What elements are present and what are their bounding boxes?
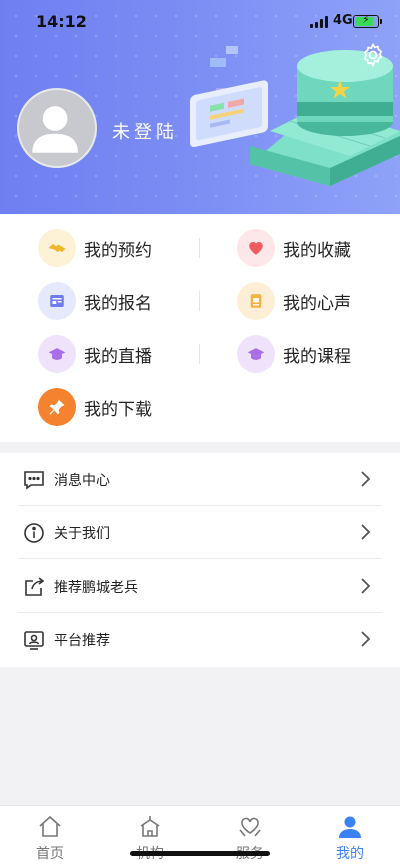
info-icon [24, 523, 44, 543]
chevron-right-icon [361, 631, 371, 647]
list-item-label: 关于我们 [54, 526, 110, 542]
grid-item-appointments[interactable]: 我的预约 [38, 228, 152, 268]
bottom-tab-bar: 首页 机构 服务 我的 [0, 805, 400, 865]
graduation-cap-icon [38, 335, 76, 373]
pin-icon [38, 388, 76, 426]
share-icon [25, 577, 45, 596]
list-item-platform-recommend[interactable]: 平台推荐 [0, 613, 400, 666]
list-item-recommend-veterans[interactable]: 推荐鹏城老兵 [0, 560, 400, 613]
profile-header: 14:12 4G ⚡ 未登陆 [0, 0, 400, 214]
tab-label: 首页 [36, 846, 64, 862]
chevron-right-icon [361, 524, 371, 540]
message-icon [24, 471, 44, 490]
list-item-label: 推荐鹏城老兵 [54, 580, 138, 596]
grid-item-live[interactable]: 我的直播 [38, 334, 152, 374]
list-item-label: 消息中心 [54, 473, 110, 489]
grid-item-downloads[interactable]: 我的下载 [38, 387, 152, 427]
tab-institutions[interactable]: 机构 [100, 806, 200, 865]
settings-gear-icon[interactable] [360, 42, 386, 68]
my-features-grid: 我的预约 我的收藏 我的报名 我的心声 我的直播 我的课程 我的下载 [0, 214, 400, 442]
chevron-right-icon [361, 578, 371, 594]
grid-item-label: 我的课程 [283, 346, 351, 367]
grid-item-label: 我的预约 [84, 240, 152, 261]
avatar[interactable] [17, 88, 97, 168]
id-card-icon [24, 631, 44, 650]
list-item-label: 平台推荐 [54, 633, 110, 649]
note-icon [237, 282, 275, 320]
divider [199, 344, 200, 364]
graduation-cap-icon [237, 335, 275, 373]
home-indicator [130, 851, 270, 856]
grid-item-label: 我的下载 [84, 399, 152, 420]
tab-label: 我的 [336, 846, 364, 862]
divider [18, 558, 382, 559]
grid-item-registrations[interactable]: 我的报名 [38, 281, 152, 321]
divider [199, 238, 200, 258]
grid-item-label: 我的心声 [283, 293, 351, 314]
building-icon [140, 816, 160, 837]
status-time: 14:12 [36, 12, 87, 31]
heart-hands-icon [239, 817, 261, 837]
chevron-right-icon [361, 471, 371, 487]
tab-home[interactable]: 首页 [0, 806, 100, 865]
grid-item-favorites[interactable]: 我的收藏 [237, 228, 351, 268]
home-icon [39, 815, 61, 837]
grid-item-label: 我的直播 [84, 346, 152, 367]
grid-item-voices[interactable]: 我的心声 [237, 281, 351, 321]
heart-icon [237, 229, 275, 267]
signal-icon [310, 16, 328, 28]
battery-icon: ⚡ [353, 13, 382, 28]
tab-mine[interactable]: 我的 [300, 806, 400, 865]
person-icon [339, 816, 361, 838]
list-item-about[interactable]: 关于我们 [0, 506, 400, 559]
tab-services[interactable]: 服务 [200, 806, 300, 865]
list-item-messages[interactable]: 消息中心 [0, 453, 400, 506]
divider [199, 291, 200, 311]
grid-item-label: 我的报名 [84, 293, 152, 314]
form-icon [38, 282, 76, 320]
grid-item-courses[interactable]: 我的课程 [237, 334, 351, 374]
default-avatar-icon [32, 106, 78, 153]
login-status-text[interactable]: 未登陆 [112, 118, 178, 144]
network-type: 4G [333, 13, 353, 28]
grid-item-label: 我的收藏 [283, 240, 351, 261]
settings-list: 消息中心 关于我们 推荐鹏城老兵 平台推荐 [0, 453, 400, 667]
handshake-icon [38, 229, 76, 267]
